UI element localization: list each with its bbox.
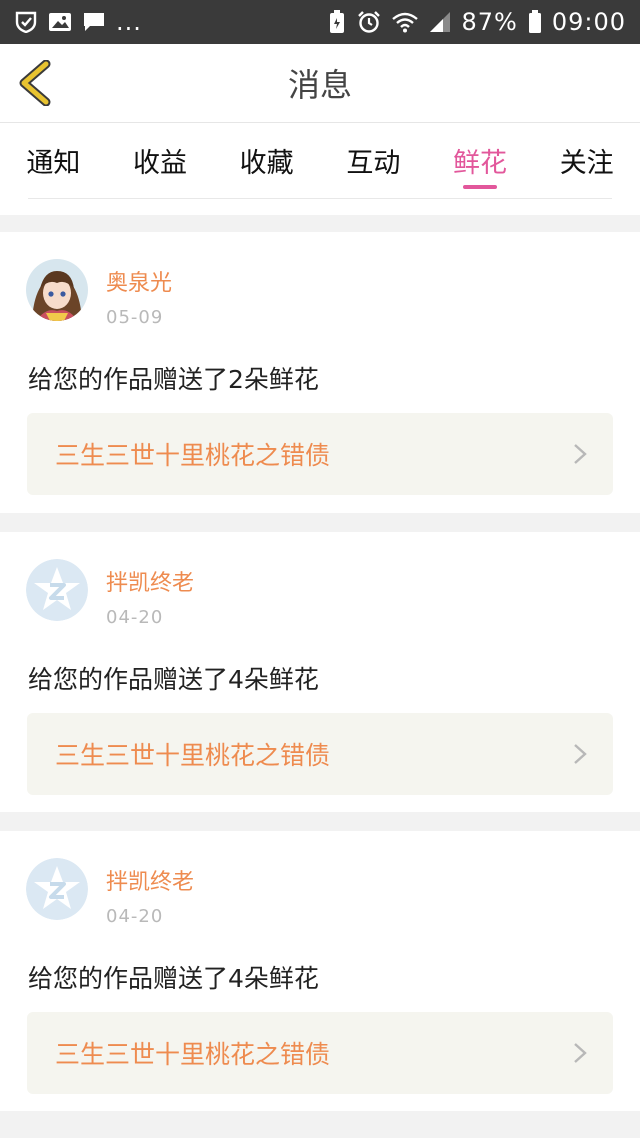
chat-icon (82, 11, 106, 33)
battery-icon (528, 10, 542, 34)
status-left: ... (14, 8, 142, 36)
avatar[interactable] (26, 559, 88, 621)
clock: 09:00 (551, 8, 626, 36)
tab-favorites[interactable]: 收藏 (213, 123, 320, 180)
message-text: 给您的作品赠送了4朵鲜花 (28, 964, 319, 993)
default-avatar-icon (26, 559, 88, 621)
chevron-left-icon (19, 59, 51, 107)
message-date: 05-09 (106, 307, 164, 328)
chevron-right-icon (574, 744, 587, 764)
username[interactable]: 奥泉光 (106, 265, 172, 297)
tabs-divider (28, 198, 612, 199)
alarm-icon (357, 10, 381, 34)
work-link[interactable]: 三生三世十里桃花之错债 (27, 1012, 613, 1094)
message-card: 奥泉光 05-09 给您的作品赠送了2朵鲜花 三生三世十里桃花之错债 (0, 232, 640, 513)
nav-bar: 消息 (0, 44, 640, 123)
chevron-right-icon (574, 1043, 587, 1063)
username[interactable]: 拌凯终老 (106, 565, 194, 597)
work-title: 三生三世十里桃花之错债 (55, 441, 331, 470)
tab-notifications[interactable]: 通知 (0, 123, 107, 180)
work-title: 三生三世十里桃花之错债 (55, 1040, 331, 1069)
message-text: 给您的作品赠送了2朵鲜花 (28, 365, 319, 394)
signal-icon (429, 11, 451, 33)
anime-avatar-icon (26, 259, 88, 321)
username[interactable]: 拌凯终老 (106, 864, 194, 896)
message-text: 给您的作品赠送了4朵鲜花 (28, 665, 319, 694)
back-button[interactable] (16, 59, 56, 107)
work-title: 三生三世十里桃花之错债 (55, 741, 331, 770)
status-more: ... (116, 8, 142, 36)
avatar[interactable] (26, 858, 88, 920)
battery-percent: 87% (461, 8, 518, 36)
image-icon (48, 11, 72, 33)
shield-icon (14, 11, 38, 33)
tab-flowers[interactable]: 鲜花 (427, 123, 534, 189)
tab-earnings[interactable]: 收益 (107, 123, 214, 180)
work-link[interactable]: 三生三世十里桃花之错债 (27, 413, 613, 495)
page-title: 消息 (287, 66, 352, 104)
message-list: 奥泉光 05-09 给您的作品赠送了2朵鲜花 三生三世十里桃花之错债 拌凯终老 … (0, 215, 640, 1111)
message-date: 04-20 (106, 906, 164, 927)
message-card: 拌凯终老 04-20 给您的作品赠送了4朵鲜花 三生三世十里桃花之错债 (0, 532, 640, 812)
work-link[interactable]: 三生三世十里桃花之错债 (27, 713, 613, 795)
battery-saver-icon (327, 10, 347, 34)
message-date: 04-20 (106, 607, 164, 628)
tab-interactions[interactable]: 互动 (320, 123, 427, 180)
message-card: 拌凯终老 04-20 给您的作品赠送了4朵鲜花 三生三世十里桃花之错债 (0, 831, 640, 1111)
wifi-icon (391, 11, 419, 33)
status-right: 87% 09:00 (327, 8, 626, 36)
tab-following[interactable]: 关注 (533, 123, 640, 180)
chevron-right-icon (574, 444, 587, 464)
default-avatar-icon (26, 858, 88, 920)
avatar[interactable] (26, 259, 88, 321)
status-bar: ... 87% 09:00 (0, 0, 640, 44)
tab-bar: 通知 收益 收藏 互动 鲜花 关注 (0, 123, 640, 215)
